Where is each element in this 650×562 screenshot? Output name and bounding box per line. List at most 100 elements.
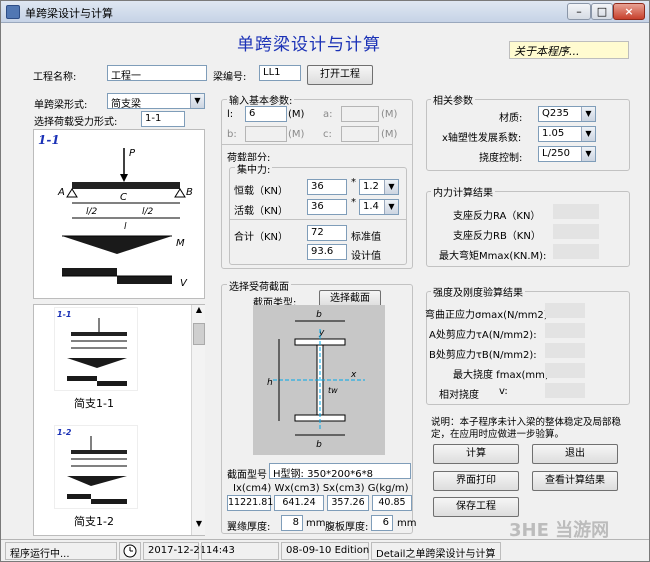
flange-width-label: b [316,310,322,320]
total-std-value: 72 [307,225,347,241]
plastic-coef-value: 1.05 [542,128,565,139]
plastic-coef-label: x轴塑性发展系数: [442,133,522,144]
deflection-control-label: 挠度控制: [479,153,523,164]
a-unit: (M) [381,109,398,120]
total-label: 合计（KN） [234,232,289,243]
material-select[interactable]: Q235 ▼ [538,106,596,122]
deflection-control-select[interactable]: L/250 ▼ [538,146,596,162]
l-input[interactable]: 6 [245,106,287,122]
shear-a-value [545,323,585,338]
ix-value: 11221.81 [227,495,273,511]
internal-force-title: 内力计算结果 [431,184,495,199]
c-label: c: [323,129,332,140]
span-label: l [124,222,127,232]
project-name-input[interactable]: 工程一 [107,65,207,81]
chevron-down-icon: ▼ [581,107,595,121]
diagram-code: 1-1 [38,133,60,147]
beam-no-label: 梁编号: [213,72,247,83]
thumb-caption: 简支1-2 [74,515,114,528]
x-axis-label: x [350,370,357,380]
close-button[interactable]: × [613,3,645,20]
flange-thickness-input[interactable]: 8 [281,515,303,531]
list-item[interactable]: 1-2 [54,425,138,509]
load-form-label: 选择荷载受力形式: [34,117,118,128]
dead-load-input[interactable]: 36 [307,179,347,195]
exit-button[interactable]: 退出 [532,444,618,464]
l-label: l: [227,109,234,120]
max-moment-value [553,244,599,259]
print-button[interactable]: 界面打印 [433,471,519,491]
status-edition: 08-09-10 Edition [281,542,369,560]
view-results-button[interactable]: 查看计算结果 [532,471,618,491]
load-form-input[interactable]: 1-1 [141,111,185,127]
section-props-header: Ix(cm4) Wx(cm3) Sx(cm3) G(kg/m) [233,483,409,494]
live-factor-select[interactable]: 1.4 ▼ [359,199,399,215]
clock-icon [119,542,141,560]
section-title: 选择受荷截面 [227,278,291,293]
plastic-coef-select[interactable]: 1.05 ▼ [538,126,596,142]
deflection-control-value: L/250 [542,148,571,159]
divider [229,219,407,220]
material-value: Q235 [542,108,569,119]
load-form-list[interactable]: 1-1 简支1-1 1-2 简支1-2 [33,304,205,536]
dead-factor-select[interactable]: 1.2 ▼ [359,179,399,195]
chevron-down-icon: ▼ [190,94,204,108]
save-project-button[interactable]: 保存工程 [433,497,519,517]
calculate-button[interactable]: 计算 [433,444,519,464]
list-item[interactable]: 1-1 [54,307,138,391]
related-params-title: 相关参数 [431,92,475,107]
c-unit: (M) [381,129,398,140]
design-label: 设计值 [351,251,381,262]
moment-diagram [62,236,172,254]
live-load-input[interactable]: 36 [307,199,347,215]
shear-b-label: B处剪应力τB(N/mm2): [429,350,537,361]
b-input[interactable] [245,126,287,142]
l-unit: (M) [288,109,305,120]
a-input[interactable] [341,106,379,122]
web-thickness-input[interactable]: 6 [371,515,393,531]
b-unit: (M) [288,129,305,140]
scroll-up-icon[interactable]: ▲ [193,305,205,319]
app-icon [6,5,20,19]
dead-factor-value: 1.2 [363,181,379,192]
thumb-code: 1-1 [57,310,71,319]
beam-diagram-panel: 1-1 P A B C l/2 l/2 l M V [33,129,205,299]
beam-diagram: 1-1 P A B C l/2 l/2 l M V [38,133,193,289]
web-thickness-label: tw [328,386,338,395]
support-B-label: B [186,187,193,198]
scroll-down-icon[interactable]: ▼ [193,519,205,533]
check-results-title: 强度及刚度验算结果 [431,284,525,299]
basic-params-title: 输入基本参数: [227,92,295,107]
sx-value: 357.26 [327,495,369,511]
status-date: 2017-12-21 [143,542,206,560]
chevron-down-icon: ▼ [384,200,398,214]
relative-deflection-value [545,383,585,398]
height-label: h [267,378,273,388]
max-deflection-label: 最大挠度 fmax(mm): [453,370,553,381]
status-running: 程序运行中... [5,542,117,560]
open-project-button[interactable]: 打开工程 [307,65,373,85]
section-model-input[interactable]: H型钢: 350*200*6*8 [269,463,411,479]
beam-type-select[interactable]: 简支梁 ▼ [107,93,205,110]
web-unit: mm [397,518,417,529]
shear-label: V [180,278,188,289]
c-input[interactable] [341,126,379,142]
minimize-button[interactable]: – [567,3,591,20]
concentrated-title: 集中力: [235,161,273,176]
wx-value: 641.24 [274,495,324,511]
about-link[interactable]: 关于本程序... [509,41,629,59]
point-C-label: C [120,192,127,203]
reaction-ra-value [553,204,599,219]
scroll-thumb[interactable] [193,323,205,345]
web-thickness-label: 腹板厚度: [325,522,369,533]
reaction-ra-label: 支座反力RA（KN） [453,211,541,222]
maximize-button[interactable]: □ [591,3,613,20]
live-factor-value: 1.4 [363,201,379,212]
title-bar[interactable]: 单跨梁设计与计算 – □ × [1,1,649,23]
list-scrollbar[interactable]: ▲ ▼ [191,305,205,535]
a-label: a: [323,109,333,120]
chevron-down-icon: ▼ [581,147,595,161]
status-detail: Detail之单跨梁设计与计算 [371,542,501,560]
beam-no-input[interactable]: LL1 [259,65,301,81]
reaction-rb-label: 支座反力RB（KN） [453,231,541,242]
